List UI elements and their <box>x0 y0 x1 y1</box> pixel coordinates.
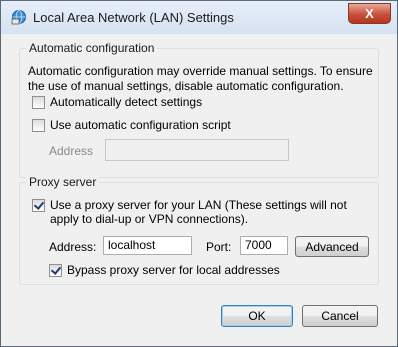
proxy-server-group: Proxy server Use a proxy server for your… <box>19 175 379 285</box>
window-title: Local Area Network (LAN) Settings <box>33 10 234 25</box>
automatic-configuration-legend: Automatic configuration <box>26 41 158 55</box>
close-button[interactable]: X <box>348 3 391 24</box>
proxy-address-label: Address: <box>49 240 97 254</box>
cancel-button[interactable]: Cancel <box>302 305 378 327</box>
automatic-configuration-description: Automatic configuration may override man… <box>28 64 373 93</box>
auto-detect-checkbox[interactable] <box>32 95 45 109</box>
automatic-configuration-group: Automatic configuration Automatic config… <box>19 41 379 178</box>
bypass-local-checkbox[interactable] <box>49 263 62 277</box>
ok-button[interactable]: OK <box>221 305 293 327</box>
ok-button-label: OK <box>248 309 266 323</box>
auto-config-script-label: Use automatic configuration script <box>50 118 231 132</box>
bypass-local-row[interactable]: Bypass proxy server for local addresses <box>49 263 280 277</box>
bypass-local-label: Bypass proxy server for local addresses <box>67 263 280 277</box>
auto-detect-label: Automatically detect settings <box>50 95 203 109</box>
advanced-button-label: Advanced <box>305 239 359 254</box>
script-address-field <box>105 139 289 161</box>
lan-settings-dialog: Local Area Network (LAN) Settings X Auto… <box>0 0 398 347</box>
dialog-body: Automatic configuration Automatic config… <box>9 34 389 338</box>
auto-detect-row[interactable]: Automatically detect settings <box>32 95 202 109</box>
use-proxy-label: Use a proxy server for your LAN (These s… <box>50 198 347 226</box>
proxy-port-input[interactable]: 7000 <box>240 236 288 255</box>
auto-config-script-row[interactable]: Use automatic configuration script <box>32 118 231 132</box>
cancel-button-label: Cancel <box>321 309 359 323</box>
network-settings-icon <box>11 10 26 25</box>
close-icon: X <box>365 6 374 21</box>
use-proxy-checkbox[interactable] <box>32 199 45 212</box>
advanced-button[interactable]: Advanced <box>295 236 369 257</box>
auto-config-script-checkbox[interactable] <box>32 118 45 132</box>
proxy-port-label: Port: <box>206 240 232 254</box>
title-bar[interactable]: Local Area Network (LAN) Settings X <box>1 1 397 34</box>
proxy-address-input[interactable]: localhost <box>103 236 192 255</box>
proxy-server-legend: Proxy server <box>26 175 100 189</box>
use-proxy-row[interactable]: Use a proxy server for your LAN (These s… <box>32 198 372 226</box>
script-address-label: Address <box>49 144 94 158</box>
